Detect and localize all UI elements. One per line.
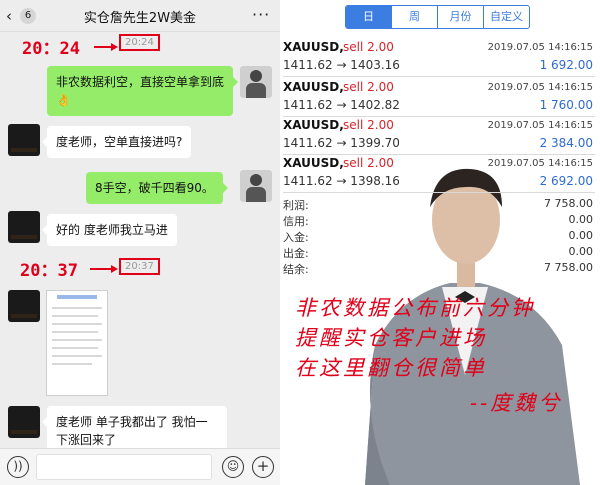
trade-direction: sell 2.00 xyxy=(343,156,394,170)
summary-deposit: 入金: 0.00 xyxy=(283,229,595,245)
summary-label: 结余: xyxy=(283,263,309,276)
thumbnail-tab-bar xyxy=(57,295,97,299)
contact-avatar[interactable] xyxy=(8,290,40,322)
trade-time: 2019.07.05 14:16:15 xyxy=(487,42,593,53)
thumbnail-line xyxy=(52,363,92,365)
emoji-icon[interactable]: ☺ xyxy=(222,456,244,478)
overlay-caption-line-3: 在这里翻仓很简单 xyxy=(295,356,487,380)
trade-direction: sell 2.00 xyxy=(343,40,394,54)
thumbnail-line xyxy=(52,323,102,325)
trade-symbol: XAUUSD, xyxy=(283,118,344,132)
contact-avatar[interactable] xyxy=(8,211,40,243)
thumbnail-line xyxy=(52,331,98,333)
summary-label: 信用: xyxy=(283,215,309,228)
screenshot-root: ‹ 6 实仓詹先生2W美金 ··· 20：24 20:24 非农数据利空，直接空… xyxy=(0,0,600,485)
tab-custom[interactable]: 自定义 xyxy=(483,6,529,28)
tab-month[interactable]: 月份 xyxy=(437,6,483,28)
trade-row[interactable]: XAUUSD, sell 2.00 2019.07.05 14:16:15 14… xyxy=(283,77,595,117)
overlay-caption-line-2: 提醒实仓客户进场 xyxy=(295,326,487,350)
more-icon[interactable]: ··· xyxy=(252,5,270,24)
trade-time: 2019.07.05 14:16:15 xyxy=(487,82,593,93)
trade-time: 2019.07.05 14:16:15 xyxy=(487,158,593,169)
trade-prices: 1411.62 → 1402.82 xyxy=(283,98,400,112)
summary-value: 0.00 xyxy=(568,245,594,258)
chat-title: 实仓詹先生2W美金 xyxy=(83,11,197,26)
chat-timestamp-1: 20:24 xyxy=(119,34,160,51)
screenshot-thumbnail[interactable] xyxy=(46,290,108,396)
thumbnail-line xyxy=(52,355,102,357)
tab-day[interactable]: 日 xyxy=(346,6,391,28)
my-avatar[interactable] xyxy=(240,170,272,202)
unread-badge: 6 xyxy=(20,8,36,24)
message-input[interactable] xyxy=(36,454,212,480)
chat-header: ‹ 6 实仓詹先生2W美金 ··· xyxy=(0,0,280,32)
summary-value: 7 758.00 xyxy=(544,261,593,274)
trade-prices: 1411.62 → 1403.16 xyxy=(283,58,400,72)
trade-profit: 2 692.00 xyxy=(539,174,593,188)
trade-direction: sell 2.00 xyxy=(343,118,394,132)
contact-avatar[interactable] xyxy=(8,124,40,156)
summary-profit: 利润: 7 758.00 xyxy=(283,197,595,213)
trade-row[interactable]: XAUUSD, sell 2.00 2019.07.05 14:16:15 14… xyxy=(283,153,595,193)
thumbnail-line xyxy=(52,347,98,349)
back-arrow-icon[interactable]: ‹ xyxy=(6,8,12,24)
trade-profit: 1 692.00 xyxy=(539,58,593,72)
trade-time: 2019.07.05 14:16:15 xyxy=(487,120,593,131)
plus-icon[interactable]: + xyxy=(252,456,274,478)
summary-label: 入金: xyxy=(283,231,309,244)
trade-prices: 1411.62 → 1398.16 xyxy=(283,174,400,188)
period-tabs: 日 周 月份 自定义 xyxy=(345,5,530,29)
thumbnail-line xyxy=(52,339,102,341)
contact-avatar[interactable] xyxy=(8,406,40,438)
summary-value: 0.00 xyxy=(568,213,594,226)
trade-profit: 1 760.00 xyxy=(539,98,593,112)
time-annotation-1: 20：24 xyxy=(22,39,80,59)
my-avatar[interactable] xyxy=(240,66,272,98)
trade-direction: sell 2.00 xyxy=(343,80,394,94)
summary-balance: 结余: 7 758.00 xyxy=(283,261,595,277)
trade-symbol: XAUUSD, xyxy=(283,80,344,94)
summary-value: 0.00 xyxy=(568,229,594,242)
annotation-arrow-head-2 xyxy=(111,265,118,273)
trade-symbol: XAUUSD, xyxy=(283,156,344,170)
trade-prices: 1411.62 → 1399.70 xyxy=(283,136,400,150)
message-bubble-sent[interactable]: 8手空，破千四看90。 xyxy=(86,172,228,204)
thumbnail-line xyxy=(52,307,102,309)
thumbnail-line xyxy=(52,315,98,317)
chat-screen: ‹ 6 实仓詹先生2W美金 ··· 20：24 20:24 非农数据利空，直接空… xyxy=(0,0,280,485)
summary-value: 7 758.00 xyxy=(544,197,593,210)
message-bubble-received[interactable]: 好的 度老师我立马进 xyxy=(42,214,177,246)
message-bubble-sent[interactable]: 非农数据利空，直接空单拿到底👌 xyxy=(47,66,238,116)
overlay-signature: --度魏兮 xyxy=(470,391,563,415)
summary-label: 出金: xyxy=(283,247,309,260)
trade-symbol: XAUUSD, xyxy=(283,40,344,54)
annotation-arrow-1 xyxy=(94,46,112,48)
summary-withdrawal: 出金: 0.00 xyxy=(283,245,595,261)
annotation-arrow-head-1 xyxy=(111,43,118,51)
summary-credit: 信用: 0.00 xyxy=(283,213,595,229)
trade-profit: 2 384.00 xyxy=(539,136,593,150)
trade-row[interactable]: XAUUSD, sell 2.00 2019.07.05 14:16:15 14… xyxy=(283,115,595,155)
tab-week[interactable]: 周 xyxy=(391,6,437,28)
annotation-arrow-2 xyxy=(90,268,112,270)
chat-timestamp-2: 20:37 xyxy=(119,258,160,275)
message-bubble-received[interactable]: 度老师，空单直接进吗? xyxy=(41,126,192,158)
summary-label: 利润: xyxy=(283,199,309,212)
time-annotation-2: 20：37 xyxy=(20,261,78,281)
trade-row[interactable]: XAUUSD, sell 2.00 2019.07.05 14:16:15 14… xyxy=(283,37,595,77)
chat-input-bar: )) ☺ + xyxy=(0,448,280,485)
overlay-caption-line-1: 非农数据公布前六分钟 xyxy=(295,296,535,320)
voice-icon[interactable]: )) xyxy=(7,456,29,478)
